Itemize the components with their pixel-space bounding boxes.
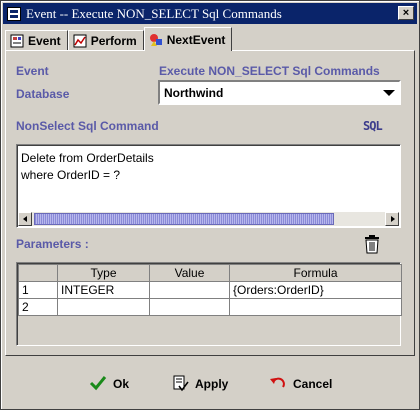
tab-perform[interactable]: Perform xyxy=(67,30,144,51)
chevron-down-icon[interactable] xyxy=(383,90,395,96)
type-cell[interactable]: INTEGER xyxy=(57,281,150,299)
table-row[interactable]: 2 xyxy=(18,298,402,316)
dialog-window: Event -- Execute NON_SELECT Sql Commands… xyxy=(0,0,420,410)
trash-icon[interactable] xyxy=(363,234,381,254)
table-row[interactable]: 1 INTEGER {Orders:OrderID} xyxy=(18,281,402,299)
horizontal-scrollbar[interactable] xyxy=(18,212,399,226)
scroll-left-button[interactable] xyxy=(18,212,32,226)
value-cell[interactable] xyxy=(149,281,230,299)
ok-button[interactable]: Ok xyxy=(89,373,129,395)
shapes-icon xyxy=(149,33,163,47)
tab-event-label: Event xyxy=(28,34,61,48)
sql-icon[interactable]: SQL xyxy=(363,119,383,133)
undo-icon xyxy=(269,375,287,394)
type-cell[interactable] xyxy=(57,298,150,316)
sql-line: Delete from OrderDetails xyxy=(21,151,154,165)
command-label: NonSelect Sql Command xyxy=(16,119,159,133)
value-cell[interactable] xyxy=(149,298,230,316)
row-number[interactable]: 1 xyxy=(18,281,58,299)
scroll-right-button[interactable] xyxy=(385,212,399,226)
apply-button[interactable]: Apply xyxy=(171,373,228,395)
column-header[interactable] xyxy=(18,264,58,282)
title-bar[interactable]: Event -- Execute NON_SELECT Sql Commands… xyxy=(3,3,417,24)
arrow-right-icon xyxy=(391,216,395,222)
ok-label: Ok xyxy=(113,377,130,391)
formula-cell[interactable]: {Orders:OrderID} xyxy=(229,281,402,299)
database-select[interactable]: Northwind xyxy=(158,80,401,105)
column-header[interactable]: Value xyxy=(149,264,230,282)
column-header[interactable]: Formula xyxy=(229,264,402,282)
tab-strip: Event Perform NextEvent xyxy=(5,27,233,51)
sql-command-textarea[interactable]: Delete from OrderDetails where OrderID =… xyxy=(16,144,401,228)
formula-cell[interactable] xyxy=(229,298,402,316)
tab-nextevent[interactable]: NextEvent xyxy=(143,27,233,51)
checkmark-icon xyxy=(89,375,107,394)
database-label: Database xyxy=(16,87,70,101)
event-label: Event xyxy=(16,64,49,78)
tab-event[interactable]: Event xyxy=(5,30,68,51)
window-title: Event -- Execute NON_SELECT Sql Commands xyxy=(26,5,282,21)
cancel-button[interactable]: Cancel xyxy=(269,373,332,395)
app-icon xyxy=(7,6,21,21)
close-button[interactable]: × xyxy=(398,6,414,20)
parameters-label: Parameters : xyxy=(16,237,89,251)
cancel-label: Cancel xyxy=(293,377,333,391)
database-select-value: Northwind xyxy=(164,85,224,100)
column-header[interactable]: Type xyxy=(57,264,150,282)
apply-icon xyxy=(171,374,189,395)
tab-perform-label: Perform xyxy=(90,34,137,48)
arrow-left-icon xyxy=(23,216,27,222)
button-bar: Ok Apply Cancel xyxy=(1,367,420,401)
scroll-thumb[interactable] xyxy=(34,213,334,225)
parameters-table: Type Value Formula 1 INTEGER {Orders:Ord… xyxy=(16,262,402,346)
tab-nextevent-label: NextEvent xyxy=(166,32,226,47)
apply-label: Apply xyxy=(195,377,229,391)
chart-icon xyxy=(73,34,87,48)
event-value: Execute NON_SELECT Sql Commands xyxy=(159,64,380,78)
table-header-row: Type Value Formula xyxy=(18,264,402,282)
row-number[interactable]: 2 xyxy=(18,298,58,316)
event-tab-icon xyxy=(10,34,24,48)
sql-line: where OrderID = ? xyxy=(21,168,121,182)
